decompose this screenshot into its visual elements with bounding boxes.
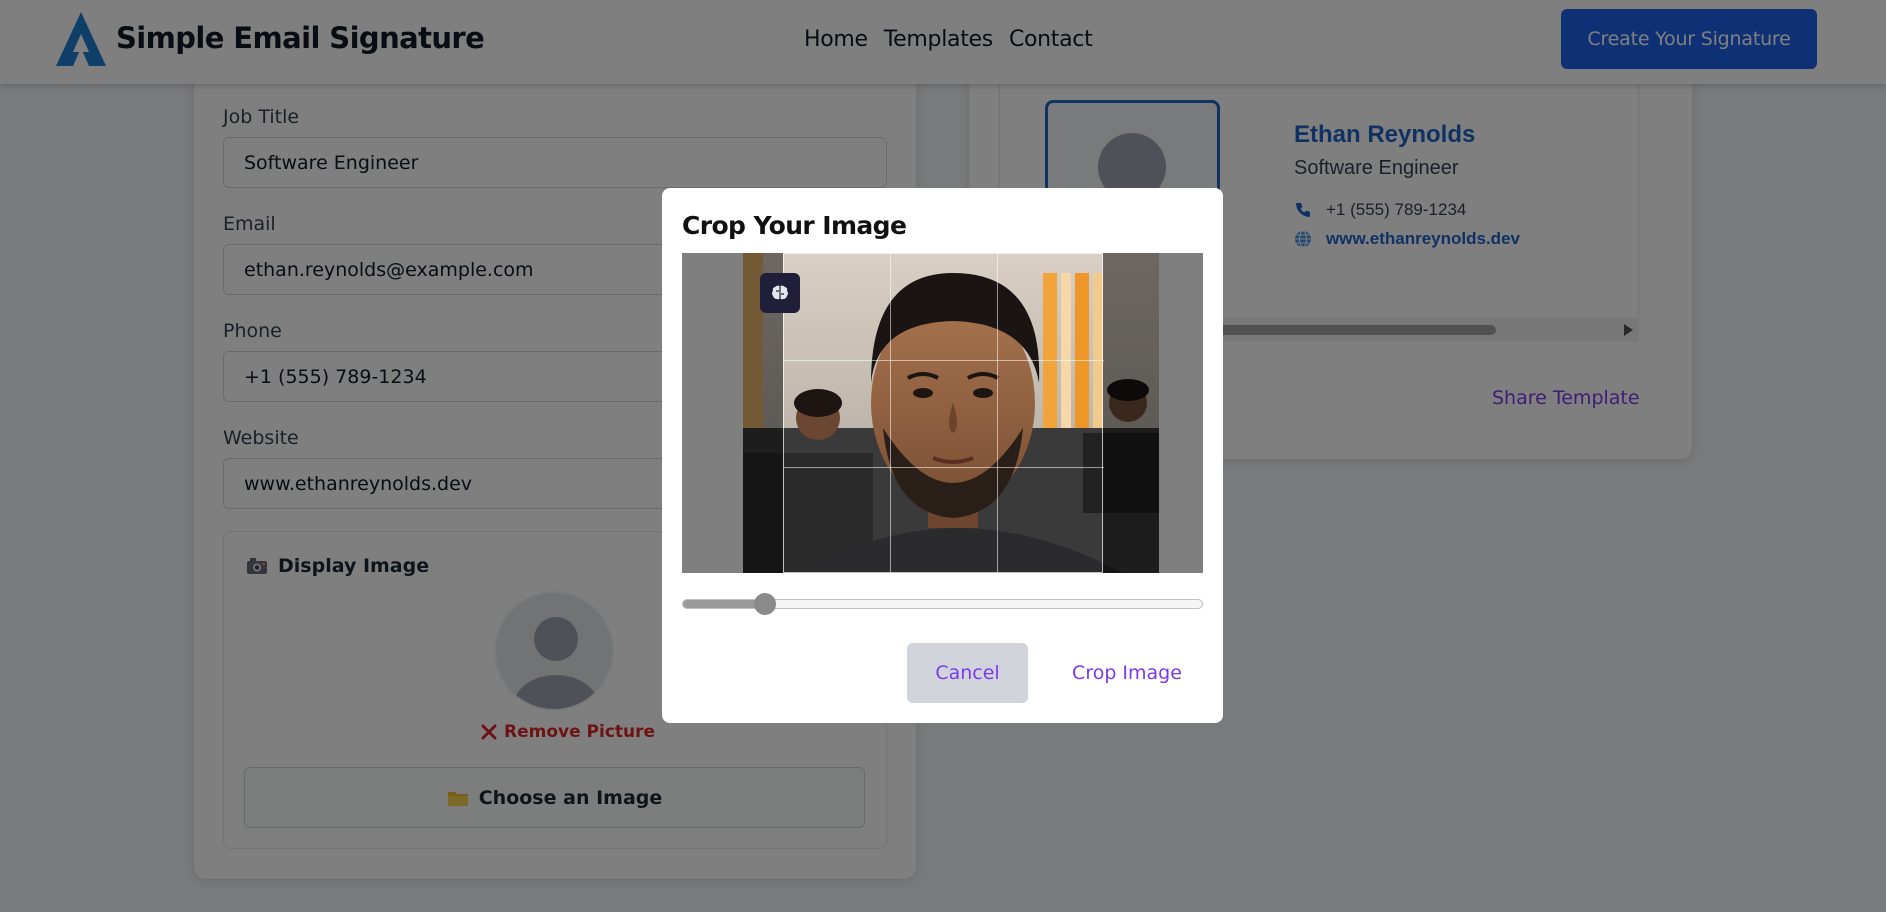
cancel-button[interactable]: Cancel (907, 643, 1028, 703)
crop-grid-line (784, 467, 1104, 468)
crop-image-modal: Crop Your Image Cancel Crop Image (662, 188, 1223, 723)
crop-image-button[interactable]: Crop Image (1052, 643, 1202, 703)
crop-grid-line (890, 254, 891, 573)
crop-selection-box[interactable] (783, 253, 1104, 573)
modal-title: Crop Your Image (682, 211, 907, 240)
crop-grid-line (997, 254, 998, 573)
crop-area[interactable] (682, 253, 1203, 573)
brain-icon (772, 285, 788, 300)
ai-enhance-button[interactable] (760, 273, 800, 313)
zoom-slider-thumb[interactable] (754, 593, 776, 615)
crop-mask-right (1103, 253, 1159, 573)
crop-grid-line (784, 360, 1104, 361)
